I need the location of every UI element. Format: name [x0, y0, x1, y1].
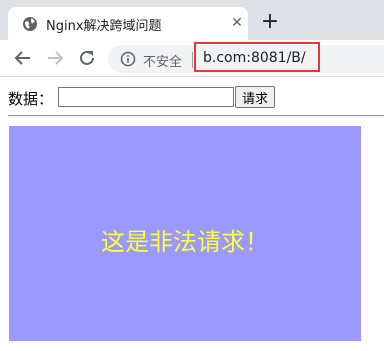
- reload-icon[interactable]: [76, 47, 98, 69]
- request-form: 数据： 请求: [8, 86, 378, 110]
- tab-title: Nginx解决跨域问题: [46, 19, 162, 34]
- browser-tab[interactable]: Nginx解决跨域问题 ✕: [8, 7, 248, 40]
- browser-toolbar: 不安全: [0, 40, 384, 77]
- request-button[interactable]: 请求: [235, 86, 276, 108]
- security-status: 不安全: [143, 55, 183, 70]
- data-label: 数据：: [8, 90, 54, 108]
- data-input[interactable]: [58, 87, 234, 107]
- info-icon[interactable]: [120, 51, 136, 67]
- close-icon[interactable]: ✕: [227, 13, 247, 33]
- result-panel: 这是非法请求！: [9, 126, 361, 341]
- horizontal-rule: [8, 115, 384, 117]
- globe-icon: [23, 17, 37, 31]
- new-tab-button[interactable]: +: [258, 11, 282, 35]
- url-text[interactable]: b.com:8081/B/: [203, 50, 306, 66]
- back-arrow-icon[interactable]: [12, 47, 34, 69]
- result-message: 这是非法请求！: [101, 228, 269, 256]
- tab-strip: Nginx解决跨域问题 ✕ +: [0, 0, 384, 40]
- forward-arrow-icon[interactable]: [44, 47, 66, 69]
- omnibox-divider: [192, 52, 193, 68]
